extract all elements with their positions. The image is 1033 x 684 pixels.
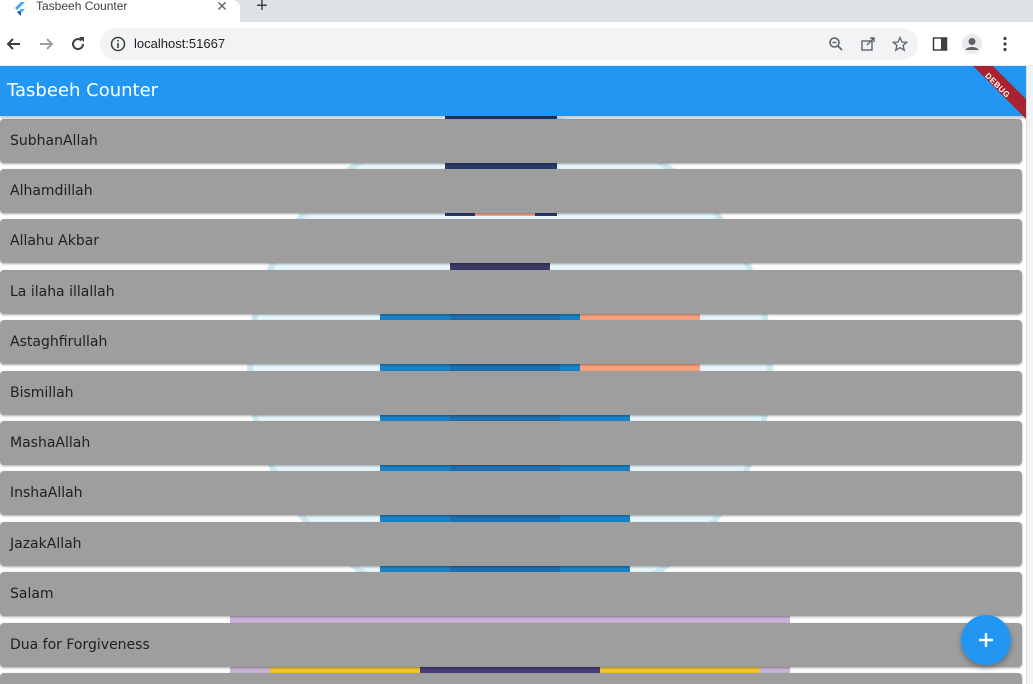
- back-button[interactable]: [0, 30, 28, 58]
- app-title: Tasbeeh Counter: [7, 80, 159, 101]
- app-viewport: Tasbeeh Counter DEBUG SubhanAllah Alhamd…: [0, 66, 1026, 684]
- info-icon[interactable]: [110, 36, 126, 52]
- list-item-label: MashaAllah: [10, 435, 91, 451]
- star-icon[interactable]: [890, 34, 910, 54]
- list-item[interactable]: MashaAllah: [0, 421, 1022, 465]
- list-item-label: Astaghfirullah: [10, 334, 108, 350]
- list-item[interactable]: Allahu Akbar: [0, 219, 1022, 263]
- reload-icon: [72, 37, 85, 51]
- browser-tab[interactable]: Tasbeeh Counter ✕: [0, 0, 240, 22]
- list-item-label: JazakAllah: [10, 536, 82, 552]
- list-item[interactable]: SubhanAllah: [0, 119, 1022, 163]
- browser-window: Tasbeeh Counter ✕ + localhost:51667 Tasb…: [0, 0, 1033, 684]
- list-item-label: Salam: [10, 586, 54, 602]
- url-text: localhost:51667: [134, 36, 226, 51]
- list-item[interactable]: Astaghfirullah: [0, 320, 1022, 364]
- list-item-label: InshaAllah: [10, 485, 83, 501]
- app-bar: Tasbeeh Counter: [0, 66, 1026, 116]
- list-item[interactable]: Salam: [0, 572, 1022, 616]
- profile-icon[interactable]: [960, 32, 984, 56]
- list-item[interactable]: [0, 673, 1022, 684]
- browser-toolbar: localhost:51667: [0, 22, 1033, 66]
- list-item-label: Bismillah: [10, 385, 74, 401]
- add-button[interactable]: [961, 615, 1011, 665]
- new-tab-icon[interactable]: +: [252, 0, 272, 16]
- list-item[interactable]: La ilaha illallah: [0, 270, 1022, 314]
- list-item[interactable]: Bismillah: [0, 371, 1022, 415]
- list-item-label: SubhanAllah: [10, 133, 98, 149]
- zoom-icon[interactable]: [826, 34, 846, 54]
- arrow-right-icon: [40, 38, 54, 50]
- list-item[interactable]: Alhamdillah: [0, 169, 1022, 213]
- flutter-logo-icon: [15, 2, 25, 16]
- forward-button[interactable]: [32, 30, 60, 58]
- kebab-menu-icon[interactable]: [993, 32, 1017, 56]
- tab-title: Tasbeeh Counter: [36, 0, 128, 13]
- list-item-label: Allahu Akbar: [10, 233, 100, 249]
- list-item[interactable]: JazakAllah: [0, 522, 1022, 566]
- close-tab-icon[interactable]: ✕: [214, 0, 230, 14]
- arrow-left-icon: [6, 38, 20, 50]
- tab-strip: Tasbeeh Counter ✕ +: [0, 0, 1033, 22]
- address-bar[interactable]: localhost:51667: [100, 28, 918, 60]
- scrollbar[interactable]: [1026, 66, 1033, 684]
- side-panel-icon[interactable]: [928, 32, 952, 56]
- reload-button[interactable]: [64, 30, 92, 58]
- list-item[interactable]: Dua for Forgiveness: [0, 623, 1022, 667]
- list-item-label: La ilaha illallah: [10, 284, 115, 300]
- plus-icon: [979, 633, 993, 647]
- share-icon[interactable]: [858, 34, 878, 54]
- list-item-label: Dua for Forgiveness: [10, 637, 150, 653]
- list-item-label: Alhamdillah: [10, 183, 93, 199]
- list-item[interactable]: InshaAllah: [0, 471, 1022, 515]
